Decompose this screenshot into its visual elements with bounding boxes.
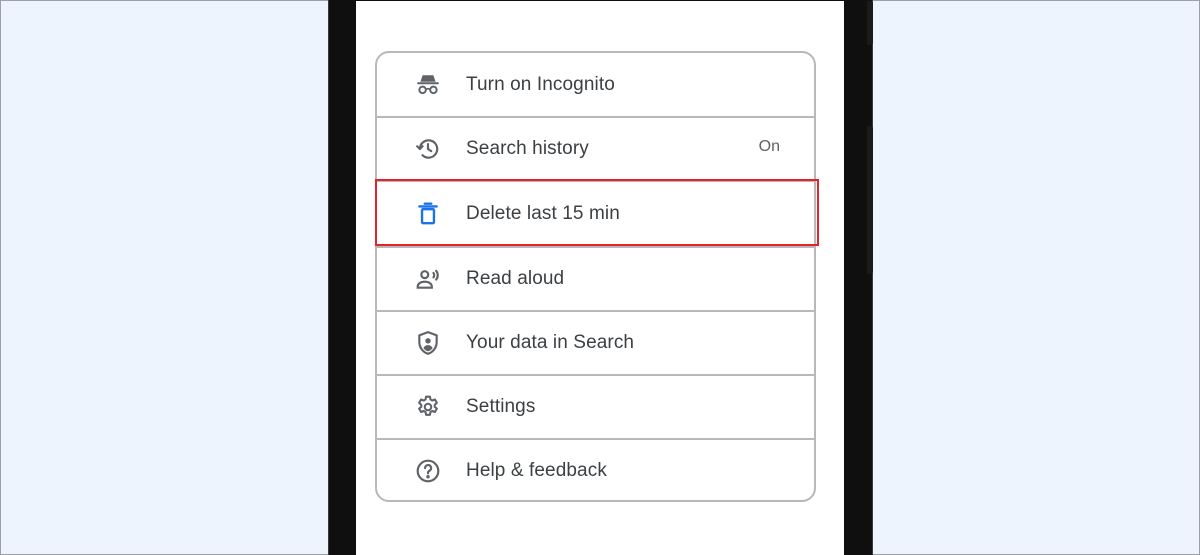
gear-icon (415, 394, 441, 420)
trash-icon (415, 201, 441, 227)
menu-item-label: Delete last 15 min (466, 203, 620, 224)
shield-person-icon (415, 330, 441, 356)
history-icon (415, 136, 441, 162)
menu-item-settings[interactable]: Settings (377, 376, 814, 438)
menu-item-search-history[interactable]: Search history On (377, 118, 814, 180)
help-icon (415, 458, 441, 484)
menu-item-label: Your data in Search (466, 332, 635, 353)
menu-item-label: Read aloud (466, 268, 565, 289)
phone-volume-button (867, 126, 873, 274)
menu-item-delete-last-15-min[interactable]: Delete last 15 min (377, 182, 814, 246)
menu-item-help-feedback[interactable]: Help & feedback (377, 440, 814, 500)
menu-item-label: Settings (466, 396, 536, 417)
menu-item-read-aloud[interactable]: Read aloud (377, 248, 814, 310)
menu-item-label: Search history (466, 138, 589, 159)
search-history-status: On (758, 138, 780, 155)
read-aloud-icon (415, 266, 441, 292)
menu-item-label: Turn on Incognito (466, 74, 615, 95)
incognito-icon (415, 72, 441, 98)
menu-item-your-data-in-search[interactable]: Your data in Search (377, 312, 814, 374)
background-stage: Turn on Incognito Search history On Dele… (0, 0, 1200, 555)
menu-item-label: Help & feedback (466, 460, 607, 481)
phone-power-button (867, 1, 873, 45)
account-menu: Turn on Incognito Search history On Dele… (375, 51, 816, 502)
menu-item-incognito[interactable]: Turn on Incognito (377, 53, 814, 117)
